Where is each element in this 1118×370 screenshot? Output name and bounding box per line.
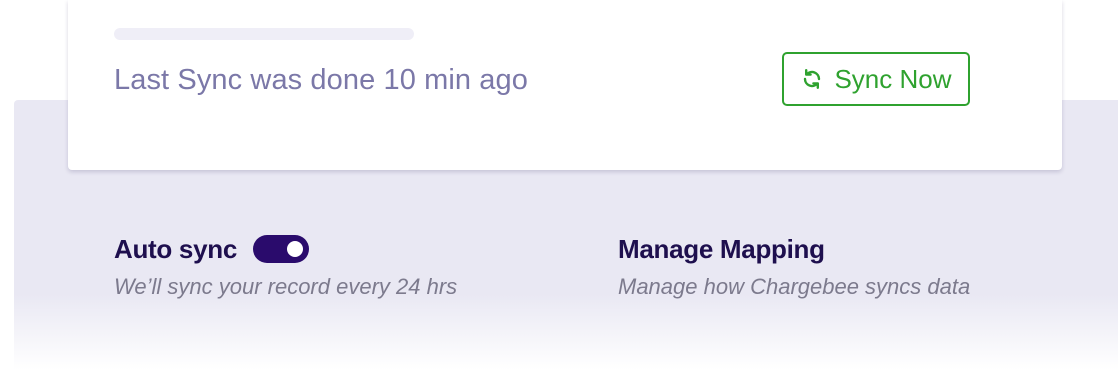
manage-mapping-description: Manage how Chargebee syncs data: [618, 274, 971, 299]
sync-now-button[interactable]: Sync Now: [782, 52, 970, 106]
auto-sync-toggle[interactable]: [252, 235, 309, 263]
auto-sync-title: Auto sync: [114, 233, 237, 264]
auto-sync-description: We’ll sync your record every 24 hrs: [114, 274, 458, 299]
loading-placeholder-bar: [114, 28, 414, 40]
sync-now-label: Sync Now: [834, 63, 952, 94]
toggle-knob: [286, 241, 303, 257]
sync-status-card: Last Sync was done 10 min ago Sync Now: [68, 0, 1062, 170]
manage-mapping-section: Manage Mapping Manage how Chargebee sync…: [618, 232, 970, 300]
sync-settings-page: Last Sync was done 10 min ago Sync Now A…: [0, 0, 1118, 370]
refresh-icon: [800, 67, 824, 91]
manage-mapping-link[interactable]: Manage Mapping: [618, 234, 825, 265]
last-sync-status: Last Sync was done 10 min ago: [114, 64, 528, 96]
auto-sync-section: Auto sync We’ll sync your record every 2…: [114, 232, 457, 300]
